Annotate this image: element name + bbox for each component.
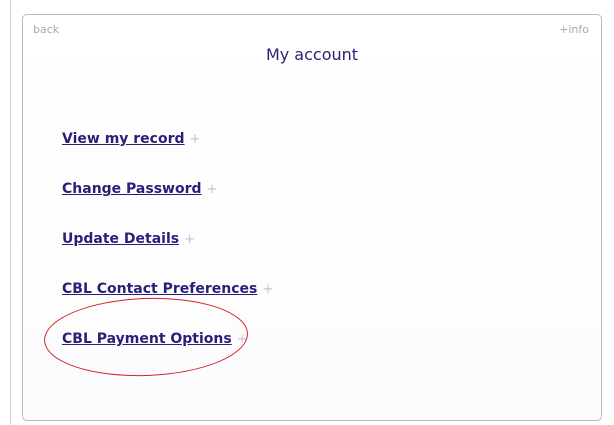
menu-item-update-details: Update Details + <box>62 228 273 248</box>
view-my-record-link[interactable]: View my record <box>62 131 185 147</box>
info-link[interactable]: +info <box>559 23 589 36</box>
change-password-expand-icon[interactable]: + <box>207 182 218 197</box>
menu-item-cbl-contact-preferences: CBL Contact Preferences + <box>62 278 273 298</box>
account-menu: View my record + Change Password + Update … <box>62 128 273 378</box>
cbl-payment-options-expand-icon[interactable]: + <box>237 332 248 347</box>
update-details-link[interactable]: Update Details <box>62 231 179 247</box>
page-title: My account <box>265 45 359 64</box>
change-password-link[interactable]: Change Password <box>62 181 202 197</box>
cbl-payment-options-link[interactable]: CBL Payment Options <box>62 331 232 347</box>
view-my-record-expand-icon[interactable]: + <box>190 132 201 147</box>
back-link[interactable]: back <box>33 23 59 36</box>
update-details-expand-icon[interactable]: + <box>184 232 195 247</box>
menu-item-change-password: Change Password + <box>62 178 273 198</box>
menu-item-cbl-payment-options: CBL Payment Options + <box>62 328 273 348</box>
cbl-contact-preferences-link[interactable]: CBL Contact Preferences <box>62 281 257 297</box>
account-panel: back +info My account View my record + Ch… <box>22 14 602 421</box>
menu-item-view-my-record: View my record + <box>62 128 273 148</box>
page-edge-divider <box>10 0 11 425</box>
cbl-contact-preferences-expand-icon[interactable]: + <box>262 282 273 297</box>
